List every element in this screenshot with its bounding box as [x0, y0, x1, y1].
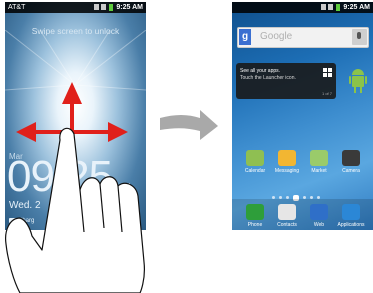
tip-subtitle: Touch the Launcher icon.	[240, 75, 296, 81]
charging-status: Charg	[9, 218, 34, 224]
app-label: Messaging	[274, 168, 300, 174]
launcher-grid-icon	[323, 68, 332, 77]
status-icons	[92, 2, 113, 13]
status-bar: AT&T 9:25 AM	[5, 2, 146, 13]
clock-ampm: AM	[120, 183, 131, 190]
microphone-icon[interactable]	[352, 29, 367, 45]
lock-screen: AT&T 9:25 AM Swipe screen to unlock Mar …	[5, 2, 146, 230]
status-time: 9:25 AM	[116, 4, 143, 11]
dock-label: Phone	[247, 222, 263, 228]
status-time: 9:25 AM	[343, 4, 370, 11]
web-icon[interactable]	[310, 204, 328, 220]
camera-icon[interactable]	[342, 150, 360, 166]
battery-icon	[109, 3, 113, 11]
messaging-icon[interactable]	[278, 150, 296, 166]
app-label: Market	[311, 168, 327, 174]
launcher-tip-bubble[interactable]: See all your apps. Touch the Launcher ic…	[236, 63, 336, 99]
carrier-label: AT&T	[8, 4, 26, 11]
home-screen: 9:25 AM g Google See all your apps. Touc…	[232, 2, 373, 230]
dock-label: Web	[313, 222, 325, 228]
app-label: Calendar	[244, 168, 266, 174]
market-icon[interactable]	[310, 150, 328, 166]
tip-title: See all your apps.	[240, 68, 281, 74]
dock-label: Applications	[337, 222, 365, 228]
lock-day: Wed. 2	[9, 200, 41, 211]
search-placeholder: Google	[260, 31, 293, 42]
swipe-to-unlock-text: Swipe screen to unlock	[31, 26, 120, 36]
battery-icon	[336, 3, 340, 11]
contacts-icon[interactable]	[278, 204, 296, 220]
dock-label: Contacts	[277, 222, 297, 228]
android-icon	[349, 69, 367, 93]
phone-icon[interactable]	[246, 204, 264, 220]
charging-icon	[9, 218, 16, 223]
transition-arrow	[160, 110, 218, 140]
tip-count: 1 of 7	[321, 91, 332, 96]
status-icons	[319, 2, 340, 13]
status-bar: 9:25 AM	[232, 2, 373, 13]
dock: Phone Contacts Web Applications	[232, 199, 373, 230]
google-search-bar[interactable]: g Google	[237, 27, 369, 48]
google-icon: g	[239, 29, 251, 45]
app-label: Camera	[342, 168, 360, 174]
calendar-icon[interactable]	[246, 150, 264, 166]
lock-clock: 09:25	[7, 152, 113, 201]
applications-icon[interactable]	[342, 204, 360, 220]
